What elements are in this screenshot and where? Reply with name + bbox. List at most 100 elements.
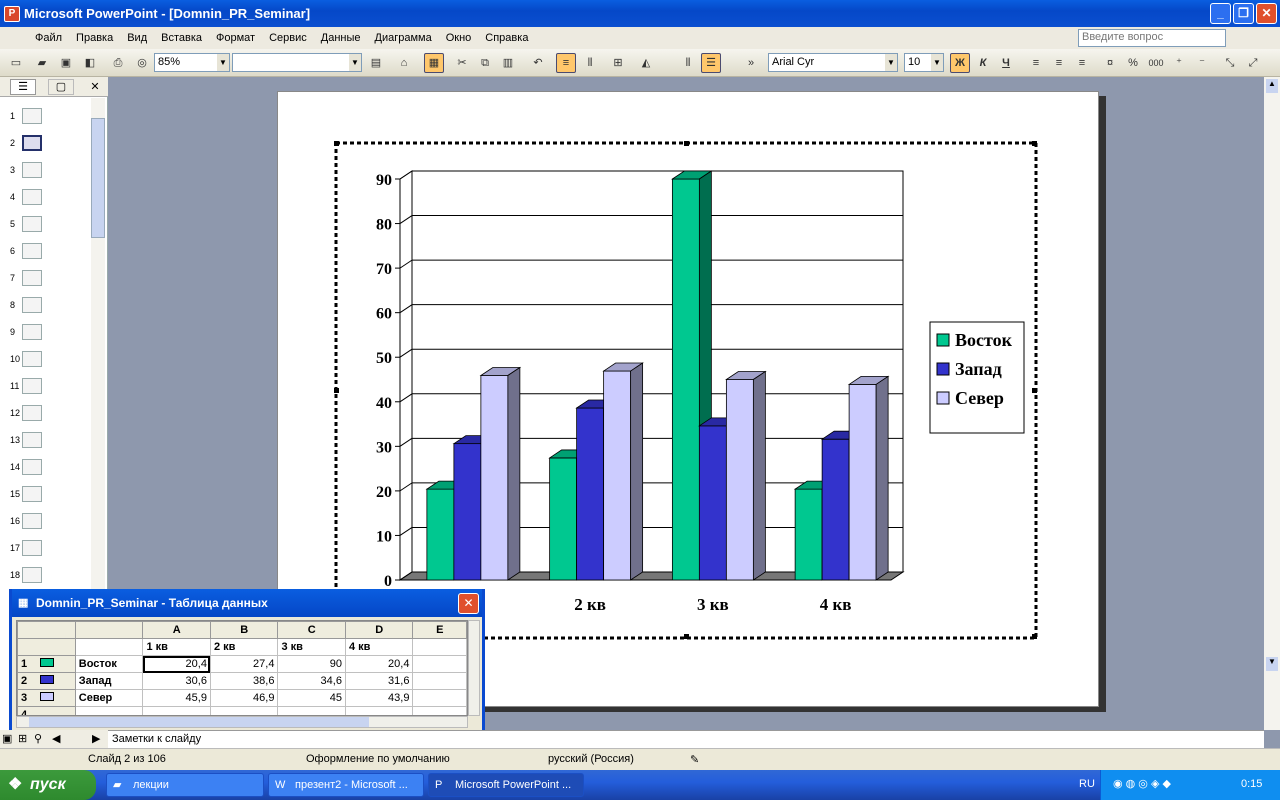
cell[interactable] (412, 638, 467, 656)
cell[interactable]: Север (74, 689, 144, 707)
minimize-button[interactable]: _ (1210, 3, 1231, 24)
slide-thumbnail-image[interactable] (22, 486, 42, 502)
underline-button[interactable]: Ч (996, 53, 1016, 73)
cell[interactable]: 31,6 (344, 672, 414, 690)
task-powerpoint[interactable]: P Microsoft PowerPoint ... (428, 773, 584, 797)
menu-tools[interactable]: Сервис (262, 32, 314, 44)
preview-icon[interactable]: ◎ (132, 53, 152, 73)
tray-icons[interactable]: ◉ ◍ ◎ ◈ ◆ (1113, 777, 1171, 790)
by-row-icon[interactable]: ≡ (556, 53, 576, 73)
column-header[interactable] (74, 621, 144, 639)
cell[interactable] (412, 655, 467, 673)
chevron-down-icon[interactable]: ▼ (885, 54, 897, 71)
datasheet-v-scrollbar[interactable] (468, 620, 480, 716)
cell[interactable] (277, 706, 346, 715)
cell[interactable]: 2 кв (209, 638, 279, 656)
slide-thumbnail-image[interactable] (22, 405, 42, 421)
menu-help[interactable]: Справка (478, 32, 535, 44)
cell[interactable] (412, 672, 467, 690)
slide-thumbnail[interactable]: 5 (4, 215, 92, 235)
cell[interactable]: 45,9 (142, 689, 211, 707)
slide-thumbnail-image[interactable] (22, 432, 42, 448)
slide-thumbnail[interactable]: 16 (4, 512, 92, 532)
chevron-down-icon[interactable]: ▼ (349, 54, 361, 71)
column-header-d[interactable]: D (344, 621, 414, 639)
cell[interactable]: Запад (74, 672, 144, 690)
cell[interactable] (412, 706, 467, 715)
cell[interactable] (344, 706, 414, 715)
slide-thumbnail-image[interactable] (22, 540, 42, 556)
cell[interactable]: 45 (277, 689, 346, 707)
undo-icon[interactable]: ↶ (528, 53, 548, 73)
slide-thumbnail[interactable]: 7 (4, 269, 92, 289)
powerpoint-app-icon[interactable]: P (4, 5, 20, 22)
align-left-icon[interactable]: ≡ (1026, 53, 1046, 73)
row-header[interactable]: 2 (17, 672, 76, 690)
print-icon[interactable]: ⎙ (108, 53, 128, 73)
font-size-select[interactable]: 10 ▼ (904, 53, 944, 72)
close-button[interactable]: ✕ (1256, 3, 1277, 24)
row-header[interactable]: 4 (17, 706, 76, 715)
slide-thumbnail[interactable]: 11 (4, 377, 92, 397)
scroll-up-icon[interactable]: ▲ (1266, 79, 1278, 93)
slides-tab-icon[interactable]: ▢ (48, 79, 74, 95)
spelling-icon[interactable]: ✎ (690, 753, 699, 766)
font-select[interactable]: Arial Cyr ▼ (768, 53, 898, 72)
task-folder-lectures[interactable]: ▰ лекции (106, 773, 264, 797)
decrease-decimal-icon[interactable]: ⁻ (1192, 53, 1212, 73)
slide-thumbnail[interactable]: 12 (4, 404, 92, 424)
slide-thumbnail-image[interactable] (22, 162, 42, 178)
cell[interactable] (74, 638, 144, 656)
format-object-icon[interactable]: ▤ (366, 53, 386, 73)
chart[interactable]: 01020304050607080901 кв2 кв3 кв4 квВосто… (334, 141, 1039, 641)
corner-cell[interactable] (17, 621, 76, 639)
close-pane-icon[interactable]: ✕ (88, 79, 102, 95)
import-file-icon[interactable]: ⌂ (394, 53, 414, 73)
datasheet-close-button[interactable]: ✕ (458, 593, 479, 614)
slide-thumbnail-image[interactable] (22, 378, 42, 394)
vertical-gridlines-icon[interactable]: ⦀ (678, 53, 698, 73)
slide-thumbnail[interactable]: 4 (4, 188, 92, 208)
save-icon[interactable]: ▣ (56, 53, 76, 73)
cell[interactable]: 27,4 (209, 655, 279, 673)
scroll-right-icon[interactable]: ▶ (92, 732, 100, 745)
slide-thumbnail[interactable]: 17 (4, 539, 92, 559)
menu-format[interactable]: Формат (209, 32, 262, 44)
slide-thumbnail-image[interactable] (22, 351, 42, 367)
cell[interactable]: 30,6 (142, 672, 211, 690)
column-header-e[interactable]: E (412, 621, 467, 639)
slide-thumbnail-image[interactable] (22, 135, 42, 151)
cell[interactable]: 20,4 (344, 655, 414, 673)
chevron-down-icon[interactable]: ▼ (217, 54, 229, 71)
slide-thumbnail[interactable]: 1 (4, 107, 92, 127)
slide-thumbnail-image[interactable] (22, 513, 42, 529)
datasheet-h-scrollbar[interactable] (16, 716, 468, 728)
permission-icon[interactable]: ◧ (80, 53, 100, 73)
cell[interactable]: 90 (277, 655, 346, 673)
slide-thumbnail[interactable]: 9 (4, 323, 92, 343)
chart-object-select[interactable]: ▼ (232, 53, 362, 72)
menu-edit[interactable]: Правка (69, 32, 120, 44)
cell[interactable] (142, 706, 211, 715)
scroll-down-icon[interactable]: ▼ (1266, 657, 1278, 671)
language-indicator[interactable]: RU (1079, 778, 1095, 790)
slide-thumbnail-image[interactable] (22, 189, 42, 205)
chart-type-icon[interactable]: ◭ (636, 53, 656, 73)
thousands-button[interactable]: 000 (1146, 53, 1166, 73)
cell[interactable]: 34,6 (277, 672, 346, 690)
toolbar-options-icon[interactable]: » (744, 53, 758, 73)
bold-button[interactable]: Ж (950, 53, 970, 73)
new-icon[interactable]: ▭ (6, 53, 26, 73)
datasheet-icon[interactable]: ▦ (424, 53, 444, 73)
ask-question-input[interactable]: Введите вопрос (1078, 29, 1226, 47)
slide-thumbnail-image[interactable] (22, 270, 42, 286)
slide-thumbnail-image[interactable] (22, 459, 42, 475)
scroll-thumb[interactable] (29, 717, 369, 727)
start-button[interactable]: ❖ пуск (0, 770, 96, 800)
cell[interactable]: 46,9 (209, 689, 279, 707)
vertical-scrollbar[interactable]: ▲ ▼ (1264, 77, 1280, 730)
column-header-b[interactable]: B (209, 621, 279, 639)
percent-button[interactable]: % (1123, 53, 1143, 73)
column-header-c[interactable]: C (277, 621, 346, 639)
slide-thumbnail-image[interactable] (22, 243, 42, 259)
